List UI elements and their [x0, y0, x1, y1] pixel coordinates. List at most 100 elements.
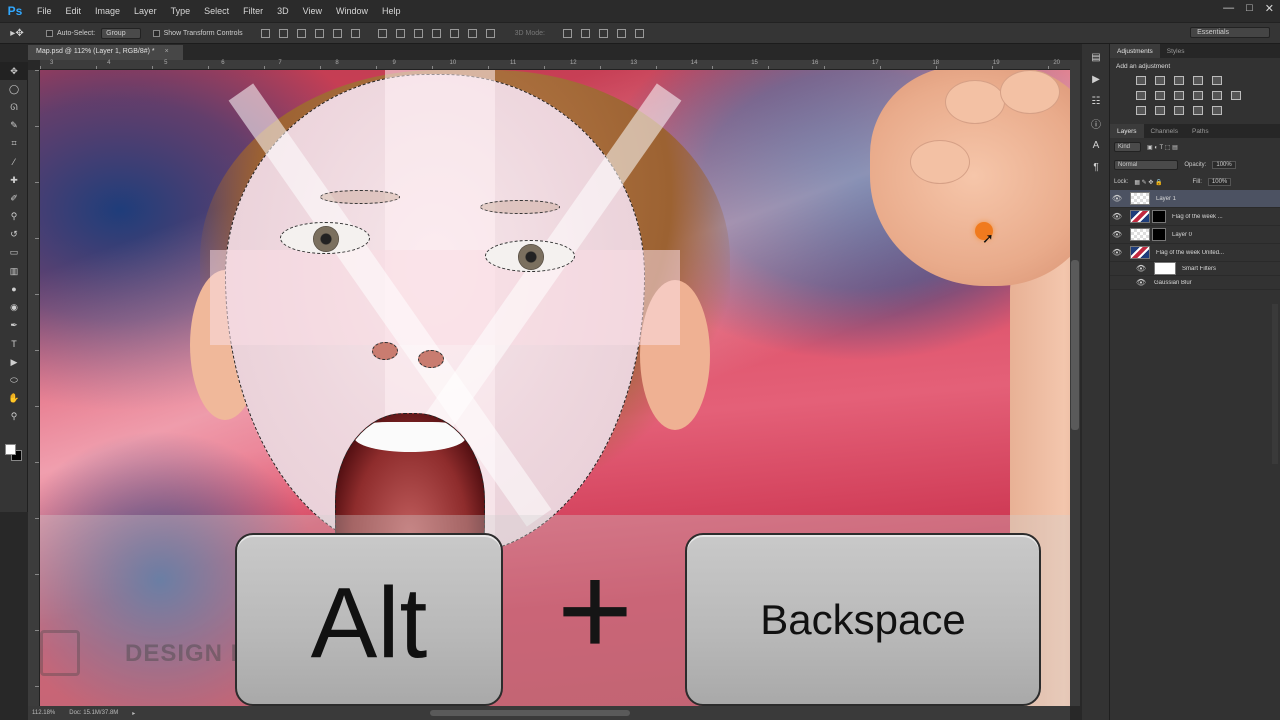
black-white-icon[interactable] [1174, 91, 1184, 100]
align-left-icon[interactable] [260, 28, 270, 38]
document-tab[interactable]: Map.psd @ 112% (Layer 1, RGB/8#) * × [28, 45, 183, 60]
distribute-bottom-icon[interactable] [413, 28, 423, 38]
maximize-button[interactable]: □ [1246, 2, 1253, 15]
marquee-tool-icon[interactable]: ◯ [0, 80, 28, 98]
align-vcenter-icon[interactable] [332, 28, 342, 38]
tab-adjustments[interactable]: Adjustments [1110, 44, 1160, 58]
auto-align-icon[interactable] [485, 28, 495, 38]
show-transform-checkbox[interactable] [152, 29, 160, 37]
3d-rotate-icon[interactable] [562, 28, 572, 38]
distribute-hcenter-icon[interactable] [449, 28, 459, 38]
shape-tool-icon[interactable]: ⬭ [0, 371, 28, 389]
align-bottom-icon[interactable] [350, 28, 360, 38]
stamp-icon[interactable]: ⚲ [0, 208, 28, 226]
brightness-contrast-icon[interactable] [1136, 76, 1146, 85]
move-tool-icon[interactable]: ✥ [0, 62, 28, 81]
filter-icons[interactable]: ▣ ◐ T ⬚ ▤ [1147, 144, 1178, 151]
align-right-icon[interactable] [296, 28, 306, 38]
menu-view[interactable]: View [296, 6, 329, 16]
pen-icon[interactable]: ✒ [0, 317, 28, 335]
tab-styles[interactable]: Styles [1160, 44, 1192, 58]
align-top-icon[interactable] [314, 28, 324, 38]
3d-drag-icon[interactable] [598, 28, 608, 38]
canvas-horizontal-scrollbar[interactable] [210, 706, 1070, 720]
scroll-thumb[interactable] [1071, 260, 1079, 430]
layer-row[interactable]: 👁 Layer 1 [1110, 190, 1280, 208]
3d-roll-icon[interactable] [580, 28, 590, 38]
scroll-thumb[interactable] [430, 710, 630, 716]
gradient-map-icon[interactable] [1193, 106, 1203, 115]
blend-mode-dropdown[interactable]: Normal [1114, 160, 1179, 170]
tab-paths[interactable]: Paths [1185, 124, 1216, 138]
menu-image[interactable]: Image [88, 6, 127, 16]
zoom-icon[interactable]: ⚲ [0, 408, 28, 426]
foreground-color-swatch[interactable] [5, 444, 16, 455]
menu-layer[interactable]: Layer [127, 6, 164, 16]
selective-color-icon[interactable] [1212, 106, 1222, 115]
minimize-button[interactable]: — [1223, 2, 1234, 15]
status-menu-icon[interactable]: ▸ [132, 710, 135, 717]
info-panel-icon[interactable]: ⓘ [1082, 114, 1110, 132]
3d-slide-icon[interactable] [616, 28, 626, 38]
auto-select-checkbox[interactable] [46, 29, 53, 37]
fill-input[interactable]: 100% [1207, 178, 1232, 186]
exposure-icon[interactable] [1193, 76, 1203, 85]
actions-panel-icon[interactable]: ▶ [1082, 70, 1110, 88]
eye-icon[interactable]: 👁 [1134, 278, 1148, 287]
eraser-icon[interactable]: ▭ [0, 244, 28, 262]
hue-saturation-icon[interactable] [1136, 91, 1146, 100]
layer-row[interactable]: 👁 Flag of the week United... [1110, 244, 1280, 262]
invert-icon[interactable] [1136, 106, 1146, 115]
vibrance-icon[interactable] [1212, 76, 1222, 85]
blur-tool-icon[interactable]: ● [0, 280, 28, 298]
opacity-input[interactable]: 100% [1212, 161, 1236, 169]
lock-icons[interactable]: ▦ ✎ ✥ 🔒 [1134, 179, 1162, 186]
3d-scale-icon[interactable] [634, 28, 644, 38]
distribute-left-icon[interactable] [431, 28, 441, 38]
eyedropper-icon[interactable]: ⁄ [0, 153, 28, 171]
menu-file[interactable]: File [30, 6, 59, 16]
posterize-icon[interactable] [1155, 106, 1165, 115]
workspace-dropdown[interactable]: Essentials [1190, 27, 1270, 38]
photo-filter-icon[interactable] [1193, 91, 1203, 100]
layer-row[interactable]: 👁 Flag of the week ... [1110, 208, 1280, 226]
gradient-icon[interactable]: ▥ [0, 262, 28, 280]
levels-icon[interactable] [1155, 76, 1165, 85]
distribute-top-icon[interactable] [377, 28, 387, 38]
menu-window[interactable]: Window [329, 6, 375, 16]
type-icon[interactable]: T [0, 335, 28, 353]
distribute-right-icon[interactable] [467, 28, 477, 38]
eye-icon[interactable]: 👁 [1110, 212, 1124, 221]
lasso-tool-icon[interactable]: ᘏ [0, 98, 28, 116]
curves-icon[interactable] [1174, 76, 1184, 85]
brush-icon[interactable]: ✐ [0, 189, 28, 207]
move-tool-preset-icon[interactable]: ▸✥ [0, 28, 34, 39]
menu-help[interactable]: Help [375, 6, 408, 16]
healing-brush-icon[interactable]: ✚ [0, 171, 28, 189]
distribute-vcenter-icon[interactable] [395, 28, 405, 38]
paragraph-panel-icon[interactable]: ¶ [1082, 158, 1110, 176]
document-close-icon[interactable]: × [165, 48, 169, 55]
quick-select-icon[interactable]: ✎ [0, 117, 28, 135]
menu-select[interactable]: Select [197, 6, 236, 16]
canvas-vertical-scrollbar[interactable] [1070, 60, 1080, 706]
eye-icon[interactable]: 👁 [1134, 264, 1148, 273]
tab-channels[interactable]: Channels [1144, 124, 1185, 138]
dodge-tool-icon[interactable]: ◉ [0, 298, 28, 316]
align-hcenter-icon[interactable] [278, 28, 288, 38]
threshold-icon[interactable] [1174, 106, 1184, 115]
menu-filter[interactable]: Filter [236, 6, 270, 16]
eye-icon[interactable]: 👁 [1110, 194, 1124, 203]
menu-3d[interactable]: 3D [270, 6, 296, 16]
close-button[interactable]: ✕ [1265, 2, 1274, 15]
crop-tool-icon[interactable]: ⌗ [0, 135, 28, 153]
zoom-level[interactable]: 112.18% [32, 710, 55, 716]
gaussian-blur-row[interactable]: 👁 Gaussian Blur [1110, 276, 1280, 290]
layer-row[interactable]: 👁 Layer 0 [1110, 226, 1280, 244]
smart-filters-row[interactable]: 👁 Smart Filters [1110, 262, 1280, 276]
history-brush-icon[interactable]: ↺ [0, 226, 28, 244]
menu-type[interactable]: Type [164, 6, 198, 16]
path-select-icon[interactable]: ▶ [0, 353, 28, 371]
history-panel-icon[interactable]: ▤ [1082, 48, 1110, 66]
hand-icon[interactable]: ✋ [0, 389, 28, 407]
